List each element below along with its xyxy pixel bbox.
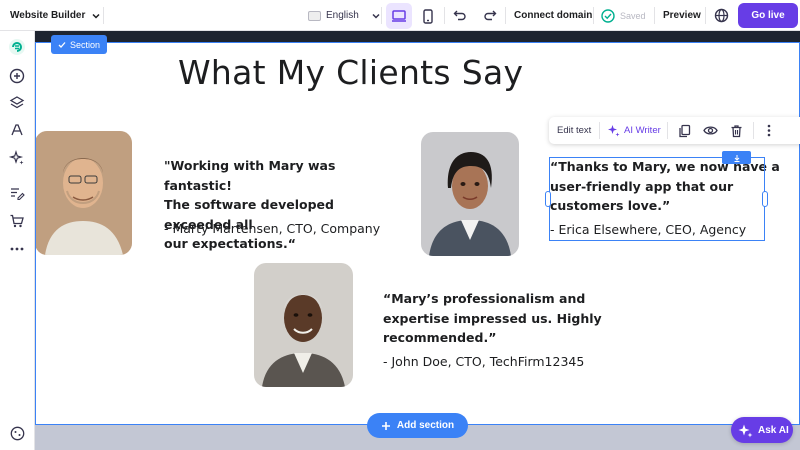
more-button[interactable] — [7, 239, 27, 259]
section-tag-label: Section — [70, 39, 101, 50]
divider — [444, 7, 445, 24]
ai-tools-button[interactable] — [7, 148, 27, 168]
preview-button[interactable]: Preview — [663, 0, 701, 31]
divider — [505, 7, 506, 24]
sparkles-icon — [608, 125, 620, 137]
edit-text-button[interactable]: Edit text — [557, 117, 591, 144]
store-button[interactable] — [7, 211, 27, 231]
ai-writer-button[interactable]: AI Writer — [607, 117, 661, 144]
download-arrow-icon — [734, 154, 739, 162]
undo-button[interactable] — [448, 3, 472, 27]
go-live-button[interactable]: Go live — [738, 3, 798, 28]
help-button[interactable] — [9, 425, 26, 442]
copy-icon — [679, 124, 691, 137]
add-section-label: Add section — [396, 420, 455, 431]
desktop-icon — [392, 10, 406, 22]
testimonial-author-3[interactable]: - John Doe, CTO, TechFirm12345 — [383, 354, 584, 369]
client-photo-erica[interactable] — [421, 132, 519, 256]
drag-handle[interactable] — [722, 151, 751, 164]
website-builder-menu[interactable]: Website Builder — [10, 0, 101, 31]
sparkles-icon — [738, 424, 753, 437]
text-element-toolbar: Edit text AI Writer — [549, 117, 800, 144]
check-circle-icon — [601, 8, 615, 23]
divider — [753, 122, 754, 139]
quote-line: expertise impressed us. Highly — [383, 310, 602, 326]
quote-line: user-friendly app that our — [550, 178, 734, 194]
client-photo-john[interactable] — [254, 263, 353, 387]
layers-icon — [9, 96, 25, 109]
testimonial-quote-1[interactable]: "Working with Mary was fantastic! The so… — [164, 156, 404, 254]
section-heading[interactable]: What My Clients Say — [178, 53, 523, 92]
mobile-icon — [423, 8, 433, 24]
quote-line: "Working with Mary was fantastic! — [164, 158, 336, 193]
desktop-view-button[interactable] — [386, 3, 412, 29]
testimonial-author-2[interactable]: - Erica Elsewhere, CEO, Agency — [550, 222, 746, 237]
blog-button[interactable] — [7, 183, 27, 203]
chevron-down-icon — [92, 13, 100, 19]
client-photo-marty[interactable] — [35, 131, 132, 255]
hostinger-logo-icon[interactable] — [7, 37, 27, 57]
editor-canvas[interactable]: What My Clients Say "Working with Mary w… — [35, 31, 800, 450]
mobile-view-button[interactable] — [415, 3, 441, 29]
help-circle-icon — [10, 426, 25, 441]
undo-icon — [453, 10, 466, 21]
eye-icon — [703, 126, 718, 135]
quote-line: recommended.” — [383, 330, 497, 345]
divider — [654, 7, 655, 24]
top-bar: Website Builder English Connect domain S… — [0, 0, 800, 31]
layers-button[interactable] — [7, 93, 27, 113]
connect-domain-button[interactable]: Connect domain — [514, 0, 592, 31]
quote-line: “Mary’s professionalism and — [383, 291, 586, 306]
sparkles-icon — [9, 150, 24, 165]
visibility-button[interactable] — [701, 121, 720, 140]
app-name: Website Builder — [10, 10, 86, 21]
redo-button[interactable] — [478, 3, 502, 27]
duplicate-button[interactable] — [675, 121, 694, 140]
styles-button[interactable] — [7, 120, 27, 140]
divider — [381, 7, 382, 24]
quote-line: customers love.” — [550, 198, 671, 213]
saved-label: Saved — [620, 10, 646, 21]
check-icon — [58, 41, 66, 48]
redo-icon — [484, 10, 497, 21]
ask-ai-label: Ask AI — [758, 424, 789, 436]
plus-icon — [381, 421, 390, 430]
language-selector[interactable]: English — [308, 0, 382, 31]
saved-status: Saved — [601, 0, 646, 31]
resize-handle-right[interactable] — [762, 191, 768, 207]
divider — [667, 122, 668, 139]
trash-icon — [731, 124, 742, 137]
more-options-button[interactable] — [759, 121, 778, 140]
resize-handle-left[interactable] — [545, 191, 551, 207]
brush-icon — [11, 124, 23, 136]
globe-button[interactable] — [709, 3, 733, 27]
previous-section-strip — [35, 31, 800, 42]
quote-line: “Thanks to Mary, we now have a — [550, 159, 780, 174]
language-label: English — [326, 10, 359, 21]
more-horizontal-icon — [10, 247, 24, 251]
testimonial-quote-3[interactable]: “Mary’s professionalism and expertise im… — [383, 289, 623, 348]
language-flag-icon — [308, 10, 321, 21]
chevron-down-icon — [372, 13, 380, 19]
delete-button[interactable] — [727, 121, 746, 140]
ai-writer-label: AI Writer — [624, 125, 661, 136]
divider — [103, 7, 104, 24]
quote-line: our expectations.“ — [164, 236, 296, 251]
testimonial-quote-2[interactable]: “Thanks to Mary, we now have a user-frie… — [550, 157, 790, 216]
add-section-button[interactable]: Add section — [367, 413, 468, 438]
ask-ai-button[interactable]: Ask AI — [731, 417, 793, 443]
divider — [599, 122, 600, 139]
testimonial-author-1[interactable]: - Marty Martensen, CTO, Company — [164, 221, 380, 236]
globe-icon — [714, 8, 728, 22]
add-element-button[interactable] — [7, 66, 27, 86]
left-sidebar — [0, 31, 35, 450]
divider — [593, 7, 594, 24]
section-tag[interactable]: Section — [51, 35, 108, 54]
cart-icon — [10, 214, 24, 228]
edit-list-icon — [11, 188, 25, 201]
divider — [705, 7, 706, 24]
plus-circle-icon — [9, 68, 25, 84]
more-vertical-icon — [767, 124, 770, 137]
